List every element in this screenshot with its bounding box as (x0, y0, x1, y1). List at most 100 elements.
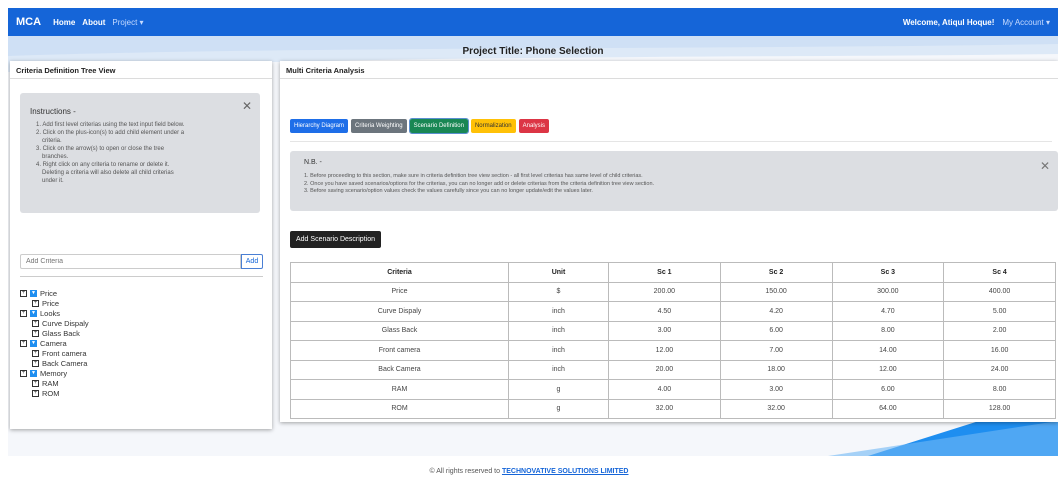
table-cell: inch (508, 340, 609, 361)
table-header-row: Criteria Unit Sc 1 Sc 2 Sc 3 Sc 4 (290, 262, 1056, 283)
table-cell: 14.00 (831, 340, 945, 361)
tree-leaf-back-camera[interactable]: + Back Camera (32, 358, 89, 368)
table-cell: 24.00 (943, 359, 1056, 380)
table-cell: 6.00 (831, 379, 945, 400)
tree-node-camera[interactable]: + ▼ Camera (20, 338, 89, 348)
table-row: Front camera inch 12.00 7.00 14.00 16.00 (290, 340, 1056, 361)
toggle-arrow-icon[interactable]: ▼ (30, 309, 37, 317)
instruction-line: 4. Right click on any criteria to rename… (36, 162, 170, 168)
tree-leaf-front-camera[interactable]: + Front camera (32, 348, 89, 358)
tree-leaf-glass-back[interactable]: + Glass Back (32, 328, 89, 338)
instruction-line: 1. Add first level criterias using the t… (36, 122, 185, 128)
nb-notice: ✕ N.B. - 1. Before proceeding to this se… (290, 151, 1058, 211)
add-criteria-button[interactable]: Add (241, 254, 263, 269)
column-header: Sc 2 (719, 262, 833, 283)
tree-leaf-label: Curve Dispaly (42, 318, 89, 328)
plus-icon[interactable]: + (20, 339, 27, 347)
column-header: Sc 3 (831, 262, 945, 283)
nb-line: 1. Before proceeding to this section, ma… (304, 173, 643, 179)
table-cell: 200.00 (608, 281, 721, 302)
plus-icon[interactable]: + (32, 349, 39, 357)
tree-node-price[interactable]: + ▼ Price (20, 288, 89, 298)
tree-node-looks[interactable]: + ▼ Looks (20, 308, 89, 318)
tree-leaf-price[interactable]: + Price (32, 298, 89, 308)
nav-home-link[interactable]: Home (53, 18, 75, 27)
footer-company-link[interactable]: TECHNOVATIVE SOLUTIONS LIMITED (502, 468, 629, 475)
nav-about-link[interactable]: About (82, 18, 105, 27)
table-cell: inch (508, 301, 609, 322)
plus-icon[interactable]: + (32, 379, 39, 387)
tree-node-label: Price (40, 288, 58, 298)
tab-criteria-weighting[interactable]: Criteria Weighting (351, 119, 407, 133)
plus-icon[interactable]: + (32, 389, 39, 397)
plus-icon[interactable]: + (20, 369, 27, 377)
table-cell: 12.00 (831, 359, 945, 380)
my-account-dropdown[interactable]: My Account ▾ (1002, 18, 1050, 27)
column-header: Sc 4 (943, 262, 1056, 283)
tree-leaf-curve-display[interactable]: + Curve Dispaly (32, 318, 89, 328)
table-cell: 4.20 (719, 301, 833, 322)
table-cell: g (508, 379, 609, 400)
criteria-tree: + ▼ Price + Price + ▼ Looks + Curve Dispaly + G… (20, 288, 89, 398)
brand-logo[interactable]: MCA (16, 16, 41, 28)
table-cell: $ (508, 281, 609, 302)
tab-hierarchy-diagram[interactable]: Hierarchy Diagram (290, 119, 349, 133)
instructions-title: Instructions - (30, 107, 76, 116)
tab-normalization[interactable]: Normalization (470, 119, 516, 133)
instruction-line: branches. (42, 154, 69, 160)
table-cell: RAM (290, 379, 509, 400)
tree-leaf-ram[interactable]: + RAM (32, 378, 89, 388)
instruction-line: criteria. (42, 138, 62, 144)
toggle-arrow-icon[interactable]: ▼ (30, 369, 37, 377)
mca-card: Multi Criteria Analysis Hierarchy Diagra… (280, 61, 1058, 422)
table-cell: 20.00 (608, 359, 721, 380)
top-navbar: MCA Home About Project ▾ Welcome, Atiqul… (8, 8, 1058, 36)
scenario-table: Criteria Unit Sc 1 Sc 2 Sc 3 Sc 4 Price $… (290, 262, 1056, 419)
divider (290, 141, 1052, 142)
caret-down-icon: ▾ (1045, 17, 1050, 27)
plus-icon[interactable]: + (32, 329, 39, 337)
column-header: Sc 1 (608, 262, 721, 283)
plus-icon[interactable]: + (32, 319, 39, 327)
plus-icon[interactable]: + (32, 299, 39, 307)
tree-node-memory[interactable]: + ▼ Memory (20, 368, 89, 378)
table-cell: 16.00 (943, 340, 1056, 361)
table-cell: 32.00 (719, 398, 833, 419)
divider (20, 276, 263, 277)
add-criteria-input[interactable] (20, 254, 241, 269)
plus-icon[interactable]: + (20, 309, 27, 317)
toggle-arrow-icon[interactable]: ▼ (30, 339, 37, 347)
tree-leaf-rom[interactable]: + ROM (32, 388, 89, 398)
table-cell: 8.00 (831, 320, 945, 341)
table-row: Glass Back inch 3.00 6.00 8.00 2.00 (290, 320, 1056, 341)
add-criteria-row: Add (20, 254, 263, 269)
my-account-label: My Account (1002, 17, 1044, 27)
instructions-list: 1. Add first level criterias using the t… (30, 121, 250, 185)
nav-right: Welcome, Atiqul Hoque! My Account ▾ (903, 18, 1050, 27)
content-area: Project Title: Phone Selection Criteria … (8, 36, 1058, 456)
plus-icon[interactable]: + (20, 289, 27, 297)
tab-scenario-definition[interactable]: Scenario Definition (408, 118, 469, 134)
project-title: Project Title: Phone Selection (462, 46, 604, 57)
table-cell: 6.00 (719, 320, 833, 341)
instructions-box: ✕ Instructions - 1. Add first level crit… (20, 93, 260, 213)
footer: © All rights reserved to TECHNOVATIVE SO… (0, 460, 1058, 482)
tree-leaf-label: Front camera (42, 348, 87, 358)
table-cell: 64.00 (831, 398, 945, 419)
nav-project-label: Project (112, 17, 138, 27)
tab-analysis[interactable]: Analysis (518, 119, 549, 133)
plus-icon[interactable]: + (32, 359, 39, 367)
nav-project-dropdown[interactable]: Project ▾ (112, 18, 143, 27)
instruction-line: 3. Click on the arrow(s) to open or clos… (36, 146, 165, 152)
table-cell: 5.00 (943, 301, 1056, 322)
nb-line: 2. Once you have saved scenarios/options… (304, 180, 655, 187)
table-cell: Price (290, 281, 509, 302)
table-cell: 3.00 (608, 320, 721, 341)
table-cell: inch (508, 359, 609, 380)
close-icon[interactable]: ✕ (1040, 159, 1050, 173)
close-icon[interactable]: ✕ (242, 99, 252, 113)
table-cell: 400.00 (943, 281, 1056, 302)
add-scenario-button[interactable]: Add Scenario Description (290, 231, 381, 248)
toggle-arrow-icon[interactable]: ▼ (30, 289, 37, 297)
tree-node-label: Looks (40, 308, 61, 318)
